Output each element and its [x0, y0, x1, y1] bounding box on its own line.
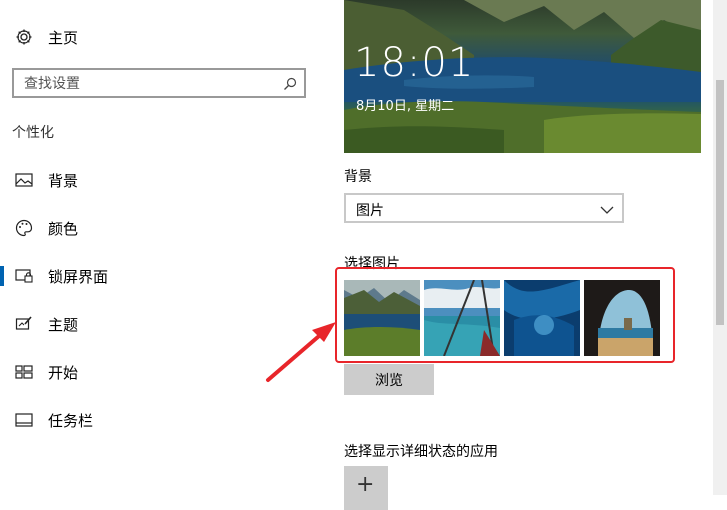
search-icon[interactable] — [282, 76, 298, 92]
sidebar-item-label: 背景 — [48, 171, 79, 190]
search-input[interactable] — [24, 74, 274, 94]
clock-date: 8月10日, 星期二 — [356, 99, 455, 114]
browse-button[interactable]: 浏览 — [344, 364, 434, 395]
add-app-button[interactable]: + — [344, 466, 388, 510]
red-arrow-annotation — [266, 322, 336, 382]
search-box[interactable] — [12, 68, 306, 98]
highlight-box — [335, 267, 675, 363]
sidebar-item-label: 锁屏界面 — [48, 267, 109, 286]
chevron-down-icon — [600, 202, 614, 216]
sidebar-item-label: 开始 — [48, 363, 79, 382]
section-title: 个性化 — [12, 125, 54, 141]
sidebar-item-label: 颜色 — [48, 219, 79, 238]
taskbar-icon — [14, 410, 34, 430]
picture-icon — [14, 170, 34, 190]
plus-icon: + — [356, 472, 375, 497]
scrollbar-thumb[interactable] — [716, 80, 724, 325]
sidebar-item-label: 任务栏 — [48, 411, 94, 430]
sidebar-item-lock-screen[interactable]: 锁屏界面 — [0, 256, 330, 296]
sidebar-item-label: 主题 — [48, 315, 79, 334]
background-select-value: 图片 — [356, 203, 384, 219]
background-label: 背景 — [344, 169, 372, 185]
nav-home-label: 主页 — [48, 28, 79, 47]
palette-icon — [14, 218, 34, 238]
detail-app-label: 选择显示详细状态的应用 — [344, 444, 498, 460]
theme-icon — [14, 314, 34, 334]
settings-sidebar: 主页 个性化 背景 颜色 锁屏界面 主题 开始 — [0, 0, 330, 495]
lock-screen-icon — [14, 266, 34, 286]
sidebar-item-taskbar[interactable]: 任务栏 — [0, 400, 330, 440]
start-icon — [14, 362, 34, 382]
background-select[interactable]: 图片 — [344, 193, 624, 223]
nav-home[interactable]: 主页 — [0, 18, 330, 56]
gear-icon — [14, 27, 34, 47]
clock-time: 18:01 — [354, 40, 475, 86]
lock-screen-preview: 18:01 8月10日, 星期二 — [344, 0, 701, 153]
sidebar-item-background[interactable]: 背景 — [0, 160, 330, 200]
sidebar-item-colors[interactable]: 颜色 — [0, 208, 330, 248]
